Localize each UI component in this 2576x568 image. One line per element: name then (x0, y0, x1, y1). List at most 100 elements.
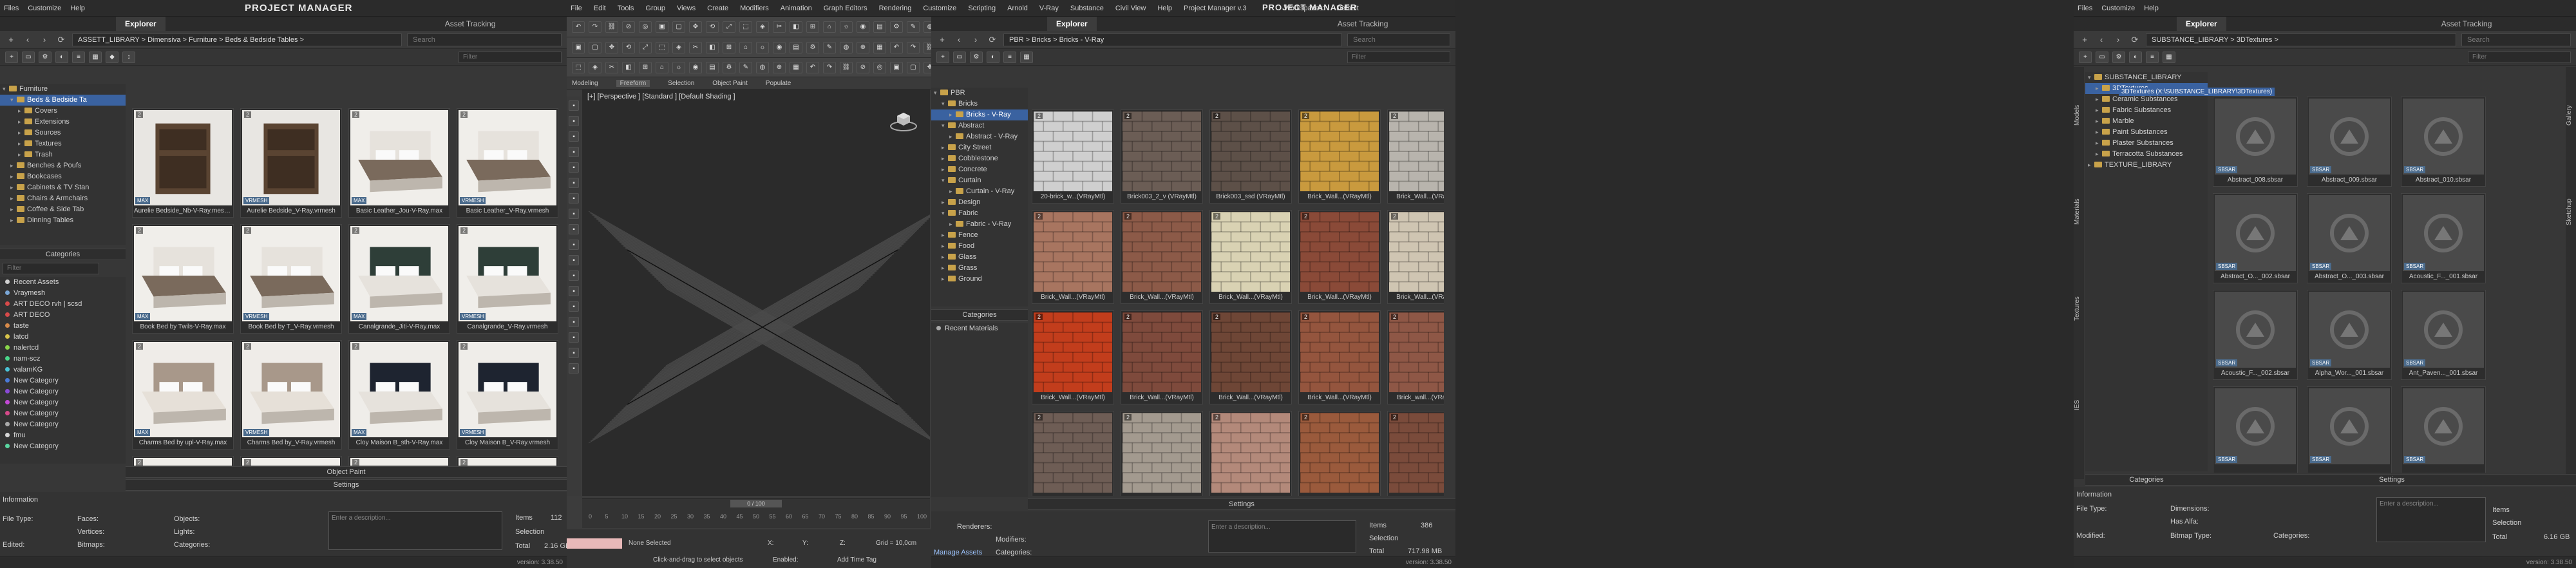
ribbon-tab[interactable]: Object Paint (712, 80, 747, 87)
side-tool-icon[interactable]: ▪ (569, 209, 579, 219)
side-tool-icon[interactable]: ▪ (569, 224, 579, 234)
max-tool-icon[interactable]: ⚙ (806, 41, 819, 53)
expand-caret-icon[interactable]: ▸ (942, 197, 948, 208)
max-tool-icon[interactable]: ▣ (890, 61, 903, 73)
max-tool-icon[interactable]: ⬚ (739, 21, 752, 33)
new-folder-icon[interactable]: + (2079, 51, 2092, 63)
side-tab[interactable]: Gallery (2566, 67, 2573, 164)
expand-caret-icon[interactable]: ▸ (2096, 83, 2102, 94)
expand-caret-icon[interactable]: ▾ (10, 95, 17, 106)
tree-node[interactable]: ▸ Grass (931, 263, 1028, 274)
tab-explorer[interactable]: Explorer (116, 17, 166, 31)
tree-node[interactable]: ▸ Trash (0, 149, 126, 160)
side-tool-icon[interactable]: ▪ (569, 162, 579, 173)
max-tool-icon[interactable]: ✎ (739, 61, 752, 73)
max-tool-icon[interactable]: ✎ (907, 21, 920, 33)
refresh-icon[interactable]: ⟳ (55, 34, 67, 46)
max-menu-item[interactable]: Group (645, 5, 665, 12)
tree-node[interactable]: ▸ Dinning Tables (0, 215, 126, 226)
max-menu-item[interactable]: Animation (781, 5, 812, 12)
search-input[interactable]: Search (407, 33, 562, 46)
tree-node[interactable]: ▸ Ground (931, 274, 1028, 285)
perspective-viewport[interactable]: [+] [Perspective ] [Standard ] [Default … (582, 89, 930, 496)
texture-card[interactable]: SBSAR Acoustic_F..._001.sbsar (2401, 193, 2486, 283)
texture-card[interactable]: SBSAR (2307, 386, 2392, 473)
max-tool-icon[interactable]: ⤢ (723, 21, 735, 33)
max-tool-icon[interactable]: ◉ (857, 21, 869, 33)
tree-node[interactable]: ▸ Sources (0, 128, 126, 138)
max-tool-icon[interactable]: ⊞ (723, 41, 735, 53)
max-tool-icon[interactable]: ↷ (823, 61, 836, 73)
asset-card[interactable]: 2 (457, 456, 558, 466)
category-item[interactable]: fmu (0, 430, 126, 441)
max-tool-icon[interactable]: ⊘ (622, 21, 635, 33)
expand-caret-icon[interactable]: ▸ (942, 153, 948, 164)
max-tool-icon[interactable]: ⊞ (639, 61, 652, 73)
folder-icon[interactable]: ▭ (2096, 51, 2108, 63)
max-menu-item[interactable]: File (571, 5, 582, 12)
tree-node[interactable]: ▸ Fabric - V-Ray (931, 219, 1028, 230)
ribbon-tab[interactable]: Selection (668, 80, 694, 87)
max-menu-item[interactable]: Create (707, 5, 728, 12)
expand-caret-icon[interactable]: ▸ (949, 131, 956, 142)
tree-node[interactable]: ▸ Food (931, 241, 1028, 252)
sort-icon[interactable]: ↕ (122, 51, 135, 63)
view-icon[interactable]: ◐ (55, 51, 68, 63)
material-card[interactable]: 2 Brick_Wall...(VRayMtl) (1298, 109, 1381, 204)
list-icon[interactable]: ≡ (72, 51, 85, 63)
back-icon[interactable]: ‹ (2096, 34, 2107, 46)
tree-node[interactable]: ▸ Marble (2085, 116, 2208, 127)
tree-node[interactable]: ▸ Design (931, 197, 1028, 208)
expand-caret-icon[interactable]: ▾ (2088, 72, 2094, 83)
expand-caret-icon[interactable]: ▸ (18, 117, 24, 128)
texture-card[interactable]: SBSAR (2213, 386, 2298, 473)
texture-card[interactable]: SBSAR Abstract_009.sbsar (2307, 97, 2392, 187)
object-paint-bar[interactable]: Object Paint (126, 466, 567, 478)
side-tab[interactable]: Sketchup (2566, 164, 2573, 260)
max-tool-icon[interactable]: ◧ (706, 41, 719, 53)
max-menu-item[interactable]: Civil View (1115, 5, 1146, 12)
expand-caret-icon[interactable]: ▸ (18, 138, 24, 149)
max-menu-item[interactable]: Edit (594, 5, 606, 12)
view-icon[interactable]: ◐ (987, 51, 999, 63)
back-icon[interactable]: ‹ (953, 34, 965, 46)
material-card[interactable]: 2 (1032, 411, 1114, 496)
max-tool-icon[interactable]: ⛓ (840, 61, 853, 73)
max-tool-icon[interactable]: ◍ (840, 41, 853, 53)
asset-card[interactable]: 2 VRMESH Basic Leather_V-Ray.vrmesh (457, 108, 558, 218)
max-tool-icon[interactable]: ◈ (589, 61, 601, 73)
tree-node[interactable]: ▸ Concrete (931, 164, 1028, 175)
side-tool-icon[interactable]: ▪ (569, 100, 579, 111)
description-input[interactable]: Enter a description... (328, 511, 502, 550)
pbr-path[interactable]: PBR > Bricks > Bricks - V-Ray (1003, 33, 1342, 46)
add-icon[interactable]: + (5, 34, 17, 46)
max-tool-icon[interactable]: ⌂ (823, 21, 836, 33)
material-card[interactable]: 2 Brick003_2_v (VRayMtl) (1121, 109, 1203, 204)
tree-node[interactable]: ▸ Abstract - V-Ray (931, 131, 1028, 142)
pbr-description[interactable]: Enter a description... (1208, 520, 1356, 553)
grid-icon[interactable]: ▦ (1020, 51, 1033, 63)
expand-caret-icon[interactable]: ▸ (942, 230, 948, 241)
max-tool-icon[interactable]: ↶ (572, 21, 585, 33)
new-folder-icon[interactable]: + (936, 51, 949, 63)
max-tool-icon[interactable]: ↶ (806, 61, 819, 73)
texture-card[interactable]: SBSAR Acoustic_F..._002.sbsar (2213, 290, 2298, 380)
max-tool-icon[interactable]: ⚙ (890, 21, 903, 33)
tree-node[interactable]: ▾ Fabric (931, 208, 1028, 219)
expand-caret-icon[interactable]: ▸ (10, 171, 17, 182)
new-folder-icon[interactable]: + (5, 51, 18, 63)
asset-card[interactable]: 2 (348, 456, 450, 466)
expand-caret-icon[interactable]: ▸ (949, 109, 956, 120)
refresh-icon[interactable]: ⟳ (2129, 34, 2141, 46)
texture-card[interactable]: SBSAR Abstract_010.sbsar (2401, 97, 2486, 187)
material-card[interactable]: 2 Brick003_ssd (VRayMtl) (1209, 109, 1292, 204)
tree-node[interactable]: ▸ Terracotta Substances (2085, 149, 2208, 160)
max-tool-icon[interactable]: ▤ (706, 61, 719, 73)
max-tool-icon[interactable]: ▢ (589, 41, 601, 53)
texture-card[interactable]: SBSAR Alpha_Wor..._001.sbsar (2307, 290, 2392, 380)
max-tool-icon[interactable]: ⟲ (706, 21, 719, 33)
ribbon-tab[interactable]: Populate (766, 80, 791, 87)
expand-caret-icon[interactable]: ▸ (2088, 160, 2094, 171)
max-tool-icon[interactable]: ⟲ (622, 41, 635, 53)
material-card[interactable]: 2 Brick_Wall...(VRayMtl) (1298, 310, 1381, 404)
